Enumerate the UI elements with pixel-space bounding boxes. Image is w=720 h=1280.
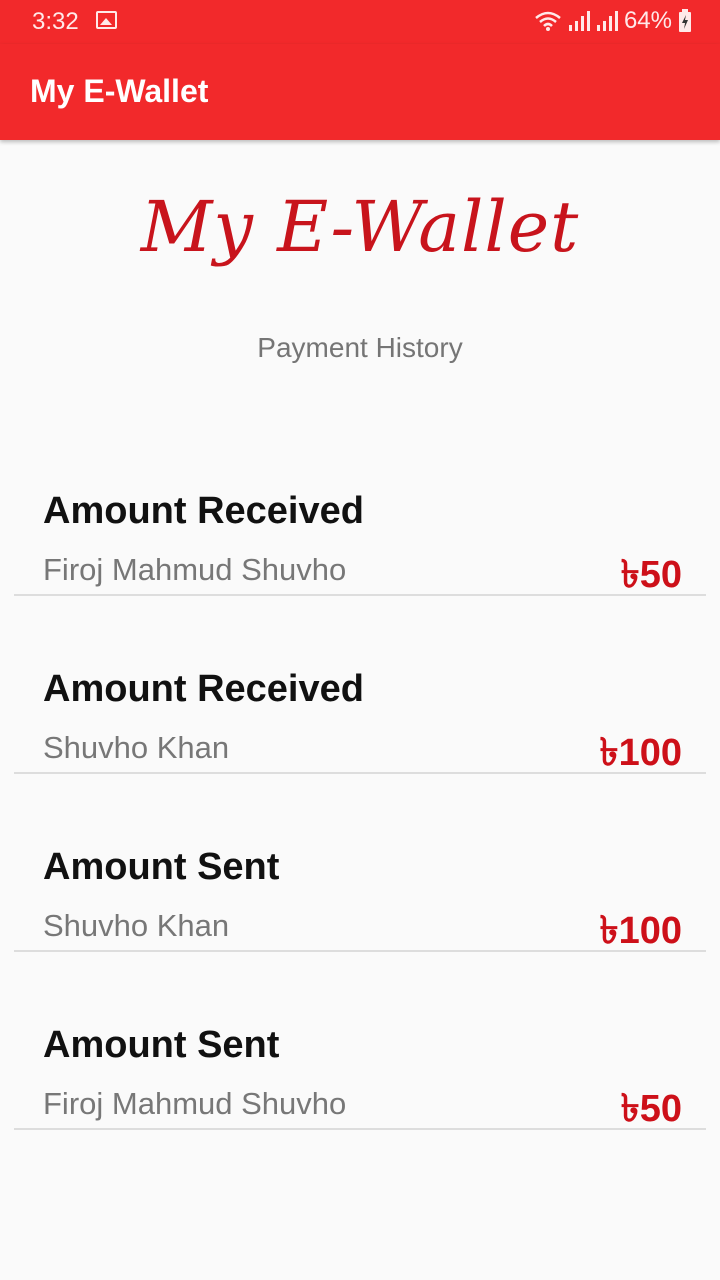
transaction-item[interactable]: Amount Sent Shuvho Khan ৳100	[14, 846, 706, 986]
transaction-amount: ৳50	[620, 1088, 682, 1130]
transaction-amount: ৳100	[599, 732, 682, 774]
divider	[14, 594, 706, 596]
divider	[14, 1128, 706, 1130]
transaction-name: Shuvho Khan	[43, 730, 230, 765]
battery-percent: 64%	[623, 7, 672, 34]
transaction-item[interactable]: Amount Sent Firoj Mahmud Shuvho ৳50	[14, 1024, 706, 1164]
signal-icon	[568, 11, 590, 31]
transaction-name: Firoj Mahmud Shuvho	[43, 1086, 347, 1121]
status-time: 3:32	[32, 8, 79, 35]
transaction-name: Firoj Mahmud Shuvho	[43, 552, 347, 587]
brand-logo-text: My E-Wallet	[140, 186, 580, 268]
battery-charging-icon	[679, 9, 691, 32]
page-subtitle: Payment History	[257, 332, 463, 363]
transaction-item[interactable]: Amount Received Firoj Mahmud Shuvho ৳50	[14, 490, 706, 630]
status-icons: 64%	[534, 6, 692, 36]
transaction-type: Amount Sent	[43, 1024, 280, 1066]
status-bar: 3:32 64%	[0, 0, 720, 44]
wifi-icon	[535, 11, 561, 31]
image-icon	[96, 11, 117, 29]
transaction-type: Amount Received	[43, 668, 364, 710]
transaction-name: Shuvho Khan	[43, 908, 230, 943]
signal-icon	[596, 11, 618, 31]
transaction-type: Amount Sent	[43, 846, 280, 888]
transaction-type: Amount Received	[43, 490, 364, 532]
transaction-amount: ৳100	[599, 910, 682, 952]
app-bar-title: My E-Wallet	[30, 73, 209, 109]
transaction-item[interactable]: Amount Received Shuvho Khan ৳100	[14, 668, 706, 808]
transaction-amount: ৳50	[620, 554, 682, 596]
divider	[14, 950, 706, 952]
divider	[14, 772, 706, 774]
app-bar: My E-Wallet	[0, 44, 720, 140]
